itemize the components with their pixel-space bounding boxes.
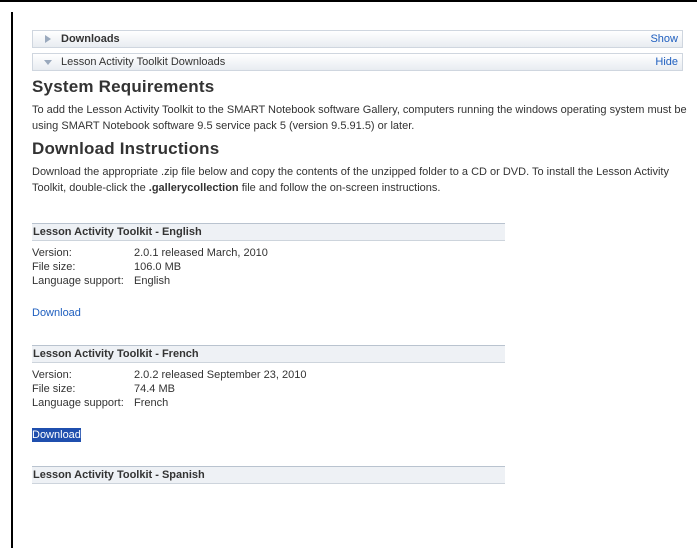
download-instructions-heading: Download Instructions — [32, 139, 220, 158]
kit-french: Lesson Activity Toolkit - French Version… — [32, 345, 505, 443]
kit-title: Lesson Activity Toolkit - Spanish — [32, 466, 505, 484]
version-row: Version: 2.0.2 released September 23, 20… — [32, 369, 307, 381]
gallerycollection-label: .gallerycollection — [148, 182, 239, 194]
show-link[interactable]: Show — [650, 31, 678, 47]
triangle-right-icon — [45, 35, 51, 43]
window-left-border — [11, 12, 13, 548]
file-size-row: File size: 106.0 MB — [32, 261, 182, 273]
downloads-bar[interactable]: Downloads Show — [32, 30, 683, 48]
triangle-down-icon — [44, 60, 52, 65]
kit-spanish: Lesson Activity Toolkit - Spanish — [32, 466, 505, 484]
system-requirements-heading: System Requirements — [32, 77, 215, 96]
kit-english: Lesson Activity Toolkit - English Versio… — [32, 223, 505, 321]
kit-title: Lesson Activity Toolkit - English — [32, 223, 505, 241]
lesson-toolkit-downloads-bar-title: Lesson Activity Toolkit Downloads — [61, 56, 226, 68]
system-requirements-text: To add the Lesson Activity Toolkit to th… — [32, 104, 687, 132]
download-instructions-text: Download the appropriate .zip file below… — [32, 166, 669, 194]
downloads-bar-title: Downloads — [61, 33, 120, 45]
language-row: Language support: French — [32, 397, 169, 409]
hide-link[interactable]: Hide — [655, 54, 678, 70]
lesson-toolkit-downloads-bar[interactable]: Lesson Activity Toolkit Downloads Hide — [32, 53, 683, 71]
file-size-row: File size: 74.4 MB — [32, 383, 175, 395]
window-top-border — [0, 0, 697, 14]
download-french-link[interactable]: Download — [32, 428, 81, 442]
language-row: Language support: English — [32, 275, 171, 287]
version-row: Version: 2.0.1 released March, 2010 — [32, 247, 268, 259]
main-content: Downloads Show Lesson Activity Toolkit D… — [32, 30, 697, 484]
kit-title: Lesson Activity Toolkit - French — [32, 345, 505, 363]
download-english-link[interactable]: Download — [32, 306, 81, 320]
